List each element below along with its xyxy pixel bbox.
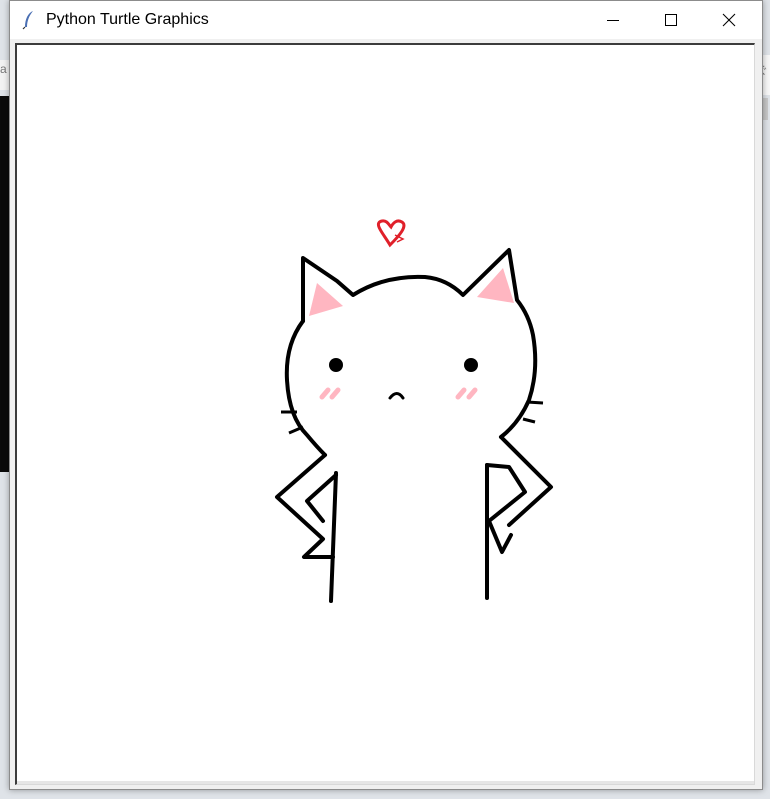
cat-mouth [388,392,405,400]
maximize-icon [665,14,677,26]
turtle-window: Python Turtle Graphics [9,0,763,790]
whisker-right-1 [526,400,544,405]
heart-shape [376,219,406,248]
left-blush [319,387,341,400]
left-ear-inner [309,283,343,316]
window-title: Python Turtle Graphics [46,11,209,28]
right-arm [499,435,553,527]
left-arm-inner [305,473,338,523]
close-button[interactable] [700,1,758,39]
left-eye [329,358,343,372]
minimize-icon [607,20,619,21]
left-body-line [329,471,338,603]
canvas-bottom-edge [17,781,754,784]
whisker-right-2 [522,417,536,424]
feather-icon [22,11,33,30]
cat-drawing [275,219,553,603]
maximize-button[interactable] [642,1,700,39]
title-bar[interactable]: Python Turtle Graphics [10,1,762,39]
minimize-button[interactable] [584,1,642,39]
close-icon [722,13,736,27]
turtle-canvas[interactable] [15,43,755,785]
left-arm [275,453,335,559]
right-arm-inner [485,463,527,554]
right-blush [455,387,478,400]
right-eye [464,358,478,372]
background-text-fragment: a [0,62,7,76]
cat-head-left [284,319,327,457]
